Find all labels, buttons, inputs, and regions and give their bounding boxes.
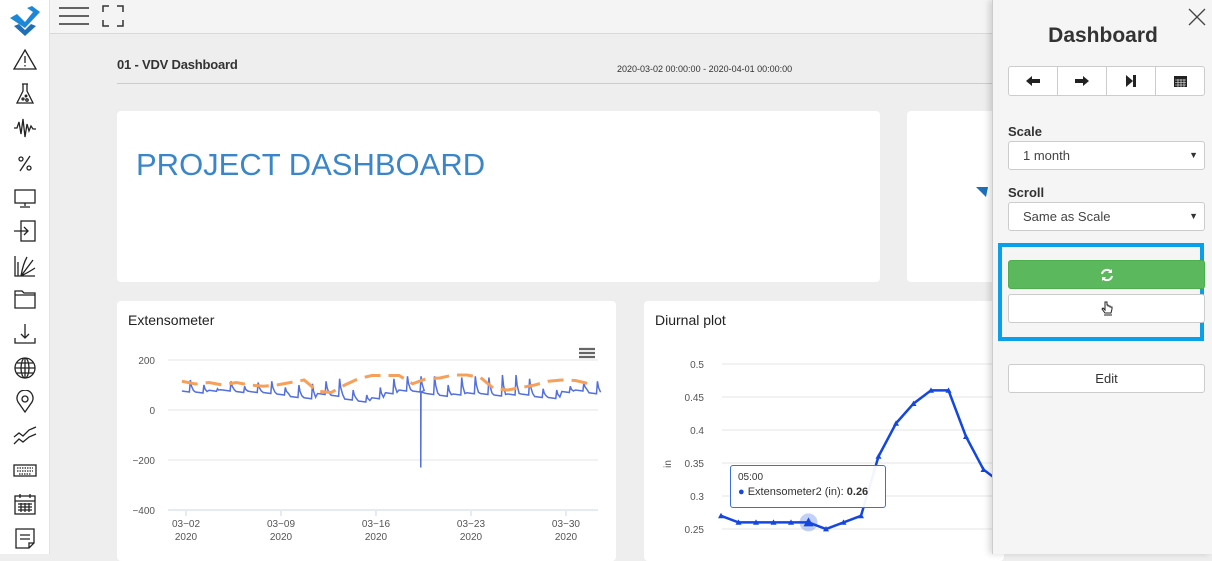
x-tick-label: 2020 — [460, 532, 483, 543]
chart-tooltip: 05:00 ● Extensometer2 (in): 0.26 — [730, 465, 886, 508]
diurnal-chart: 0.5 0.45 0.4 0.35 0.3 0.25 in — [663, 360, 1004, 536]
next-button[interactable] — [1058, 67, 1107, 95]
percent-icon[interactable] — [11, 150, 39, 176]
project-dashboard-heading: PROJECT DASHBOARD — [136, 147, 486, 182]
arrow-right-icon — [1075, 76, 1089, 86]
highlight-box — [998, 243, 1204, 341]
folder-icon[interactable] — [11, 286, 39, 312]
scroll-value: Same as Scale — [1023, 209, 1111, 224]
navigation-button-group — [1008, 66, 1205, 96]
y-tick-label: −200 — [132, 456, 155, 467]
x-tick-label: 03−16 — [362, 519, 391, 530]
curves-icon[interactable] — [11, 253, 39, 279]
dashboard-panel: Dashboard Scale 1 month ▼ Scroll Same as … — [992, 0, 1212, 554]
x-tick-label: 2020 — [175, 532, 198, 543]
divider — [117, 83, 997, 84]
sign-in-icon[interactable] — [11, 218, 39, 244]
logo-icon[interactable] — [8, 4, 42, 38]
x-tick-label: 03−09 — [267, 519, 296, 530]
extensometer-series-line — [181, 374, 602, 468]
refresh-button[interactable] — [1008, 260, 1205, 289]
panel-title: Dashboard — [1048, 24, 1158, 47]
extensometer-card: Extensometer 200 0 −200 −400 03−02 2020 03−09 2… — [117, 301, 616, 561]
tooltip-time: 05:00 — [738, 472, 764, 483]
y-tick-label: 200 — [138, 356, 155, 367]
globe-icon[interactable] — [11, 355, 39, 381]
x-tick-label: 03−02 — [172, 519, 201, 530]
download-icon[interactable] — [11, 321, 39, 347]
edit-button[interactable]: Edit — [1008, 364, 1205, 393]
lab-flask-icon[interactable] — [11, 81, 39, 107]
scroll-label: Scroll — [1008, 185, 1045, 200]
previous-button[interactable] — [1009, 67, 1058, 95]
x-tick-label: 2020 — [270, 532, 293, 543]
date-range: 2020-03-02 00:00:00 - 2020-04-01 00:00:0… — [617, 64, 793, 74]
banner-card: PROJECT DASHBOARD — [117, 111, 880, 282]
diurnal-card: Diurnal plot 0.5 0.45 0.4 0.35 0.3 0.25 in — [644, 301, 1004, 561]
seismic-icon[interactable] — [11, 115, 39, 141]
caret-down-icon: ▼ — [1189, 150, 1198, 160]
x-tick-label: 03−30 — [552, 519, 581, 530]
top-toolbar — [50, 0, 992, 34]
diurnal-series-line — [720, 389, 1002, 531]
scale-select[interactable]: 1 month ▼ — [1008, 141, 1205, 170]
calendar-button[interactable] — [1156, 67, 1204, 95]
arrow-left-icon — [1026, 76, 1040, 86]
scale-label: Scale — [1008, 124, 1042, 139]
note-icon[interactable] — [11, 525, 39, 551]
y-tick-label: 0.45 — [685, 393, 705, 404]
scale-value: 1 month — [1023, 148, 1070, 163]
y-tick-label: 0.4 — [690, 426, 704, 437]
dashboard-title: 01 - VDV Dashboard — [117, 57, 238, 72]
scroll-select[interactable]: Same as Scale ▼ — [1008, 202, 1205, 231]
x-tick-label: 2020 — [365, 532, 388, 543]
tooltip-value: 0.26 — [846, 486, 869, 498]
logo-fragment-icon — [976, 187, 988, 197]
y-axis-label: in — [663, 460, 674, 468]
latest-button[interactable] — [1107, 67, 1156, 95]
monitor-icon[interactable] — [11, 185, 39, 211]
extensometer-chart: 200 0 −200 −400 03−02 2020 03−09 2020 03−16 2020 0… — [132, 356, 602, 543]
tooltip-series: Extensometer2 (in): — [747, 486, 847, 498]
hand-pointer-icon — [1100, 301, 1112, 315]
y-tick-label: 0.5 — [690, 360, 704, 371]
step-forward-icon — [1126, 75, 1136, 87]
calendar-icon — [1173, 76, 1187, 87]
warning-icon[interactable] — [11, 47, 39, 73]
caret-down-icon: ▼ — [1189, 211, 1198, 221]
x-tick-label: 03−23 — [457, 519, 486, 530]
map-pin-icon[interactable] — [11, 389, 39, 415]
y-tick-label: 0.3 — [690, 492, 704, 503]
pointer-mode-button[interactable] — [1008, 294, 1205, 323]
hamburger-menu-icon[interactable] — [59, 5, 89, 27]
fullscreen-icon[interactable] — [102, 5, 124, 27]
y-tick-label: −400 — [132, 506, 155, 517]
y-tick-label: 0.25 — [685, 525, 705, 536]
calendar-icon[interactable] — [11, 491, 39, 517]
x-tick-label: 2020 — [555, 532, 578, 543]
series-dot-icon: ● — [738, 486, 745, 498]
keyboard-icon[interactable] — [11, 457, 39, 483]
y-tick-label: 0.35 — [685, 459, 705, 470]
refresh-icon — [1100, 268, 1113, 281]
y-tick-label: 0 — [149, 406, 155, 417]
sidebar — [0, 0, 50, 554]
extensometer-orange-series-line — [181, 373, 590, 395]
trend-lines-icon[interactable] — [11, 423, 39, 449]
